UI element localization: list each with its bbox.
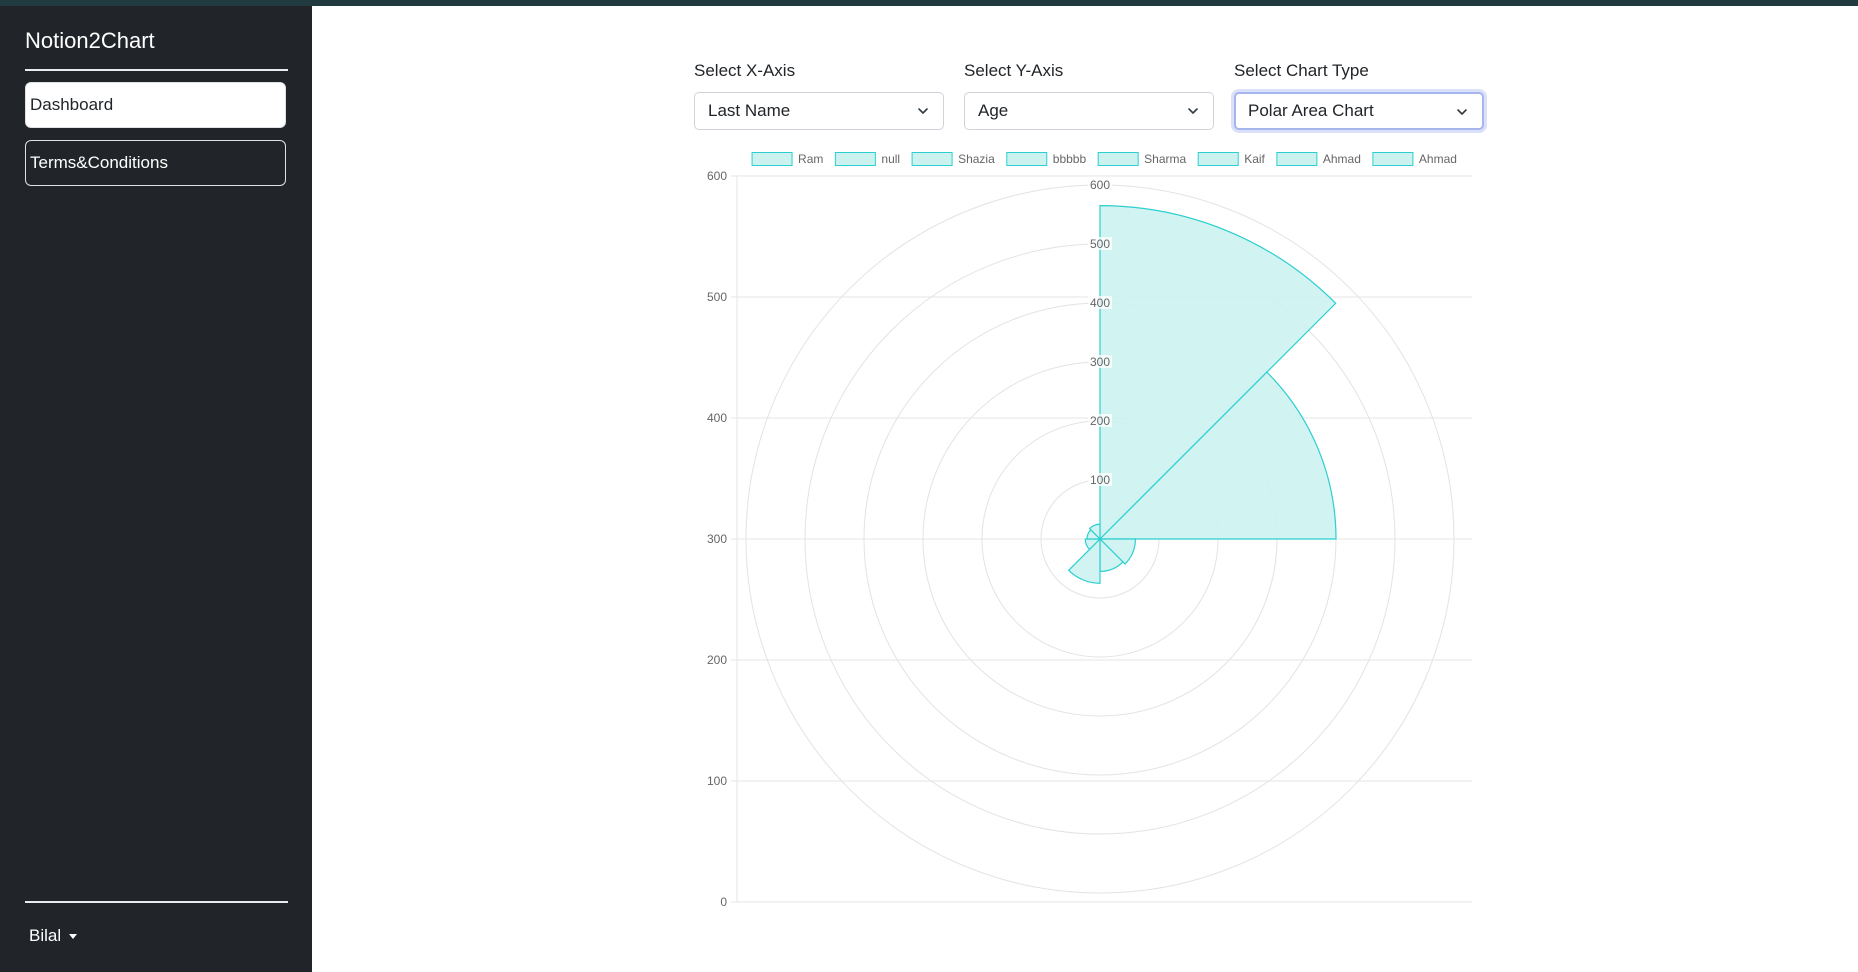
y-axis-label: Select Y-Axis bbox=[964, 61, 1064, 80]
legend-swatch bbox=[1197, 152, 1239, 166]
sidebar-item-terms[interactable]: Terms&Conditions bbox=[25, 140, 286, 186]
chevron-down-icon bbox=[1457, 109, 1467, 115]
y-axis-select[interactable]: Age bbox=[964, 92, 1214, 130]
y-axis-selected-value: Age bbox=[978, 101, 1009, 120]
y-tick-label: 0 bbox=[720, 895, 727, 909]
legend-label: Shazia bbox=[958, 152, 995, 166]
y-tick-label: 400 bbox=[707, 411, 727, 425]
radial-tick-label: 300 bbox=[1090, 355, 1110, 369]
legend-swatch bbox=[911, 152, 953, 166]
x-axis-selected-value: Last Name bbox=[708, 101, 791, 120]
chart-type-selected-value: Polar Area Chart bbox=[1248, 101, 1374, 120]
chart-slices bbox=[1067, 205, 1337, 584]
y-tick-label: 500 bbox=[707, 290, 727, 304]
legend-label: Ahmad bbox=[1323, 152, 1361, 166]
legend-swatch bbox=[1006, 152, 1048, 166]
legend-swatch bbox=[834, 152, 876, 166]
y-tick-label: 100 bbox=[707, 774, 727, 788]
caret-down-icon bbox=[69, 934, 78, 940]
legend-swatch bbox=[1276, 152, 1318, 166]
x-axis-select[interactable]: Last Name bbox=[694, 92, 944, 130]
radial-tick-label: 100 bbox=[1090, 473, 1110, 487]
radial-tick-label: 500 bbox=[1090, 237, 1110, 251]
radial-tick-label: 200 bbox=[1090, 414, 1110, 428]
sidebar-divider-top bbox=[25, 69, 288, 71]
y-tick-label: 600 bbox=[707, 169, 727, 183]
legend-label: bbbbb bbox=[1053, 152, 1087, 166]
legend-label: Sharma bbox=[1144, 152, 1186, 166]
legend-swatch bbox=[1372, 152, 1414, 166]
x-axis-label: Select X-Axis bbox=[694, 61, 796, 80]
cartesian-y-axis: 0 100 200 300 400 500 600 bbox=[707, 169, 727, 909]
chart-type-label: Select Chart Type bbox=[1234, 61, 1369, 80]
chevron-down-icon bbox=[918, 108, 928, 114]
legend-label: Kaif bbox=[1244, 152, 1265, 166]
y-tick-label: 300 bbox=[707, 532, 727, 546]
y-tick-label: 200 bbox=[707, 653, 727, 667]
legend-swatch bbox=[1097, 152, 1139, 166]
chart-type-select[interactable]: Polar Area Chart bbox=[1234, 92, 1484, 130]
legend-label: Ahmad bbox=[1419, 152, 1457, 166]
polar-area-chart: 0 100 200 300 400 500 600 100 200 300 400 500 600 R… bbox=[707, 152, 1472, 909]
polar-slice bbox=[1067, 537, 1101, 584]
chevron-down-icon bbox=[1188, 108, 1198, 114]
legend-swatch bbox=[751, 152, 793, 166]
sidebar: Notion2Chart Dashboard Terms&Conditions … bbox=[0, 6, 312, 972]
user-name: Bilal bbox=[29, 926, 62, 945]
sidebar-item-dashboard[interactable]: Dashboard bbox=[25, 82, 286, 128]
user-menu[interactable]: Bilal bbox=[29, 926, 78, 946]
radial-tick-label: 600 bbox=[1090, 178, 1110, 192]
legend-label: null bbox=[881, 152, 900, 166]
legend-label: Ram bbox=[798, 152, 823, 166]
chart-legend: Ram null Shazia bbbbb Sharma Kaif Ahmad Ahmad bbox=[751, 152, 1457, 166]
sidebar-divider-bottom bbox=[25, 901, 288, 903]
brand-title: Notion2Chart bbox=[25, 28, 155, 53]
radial-tick-label: 400 bbox=[1090, 296, 1110, 310]
